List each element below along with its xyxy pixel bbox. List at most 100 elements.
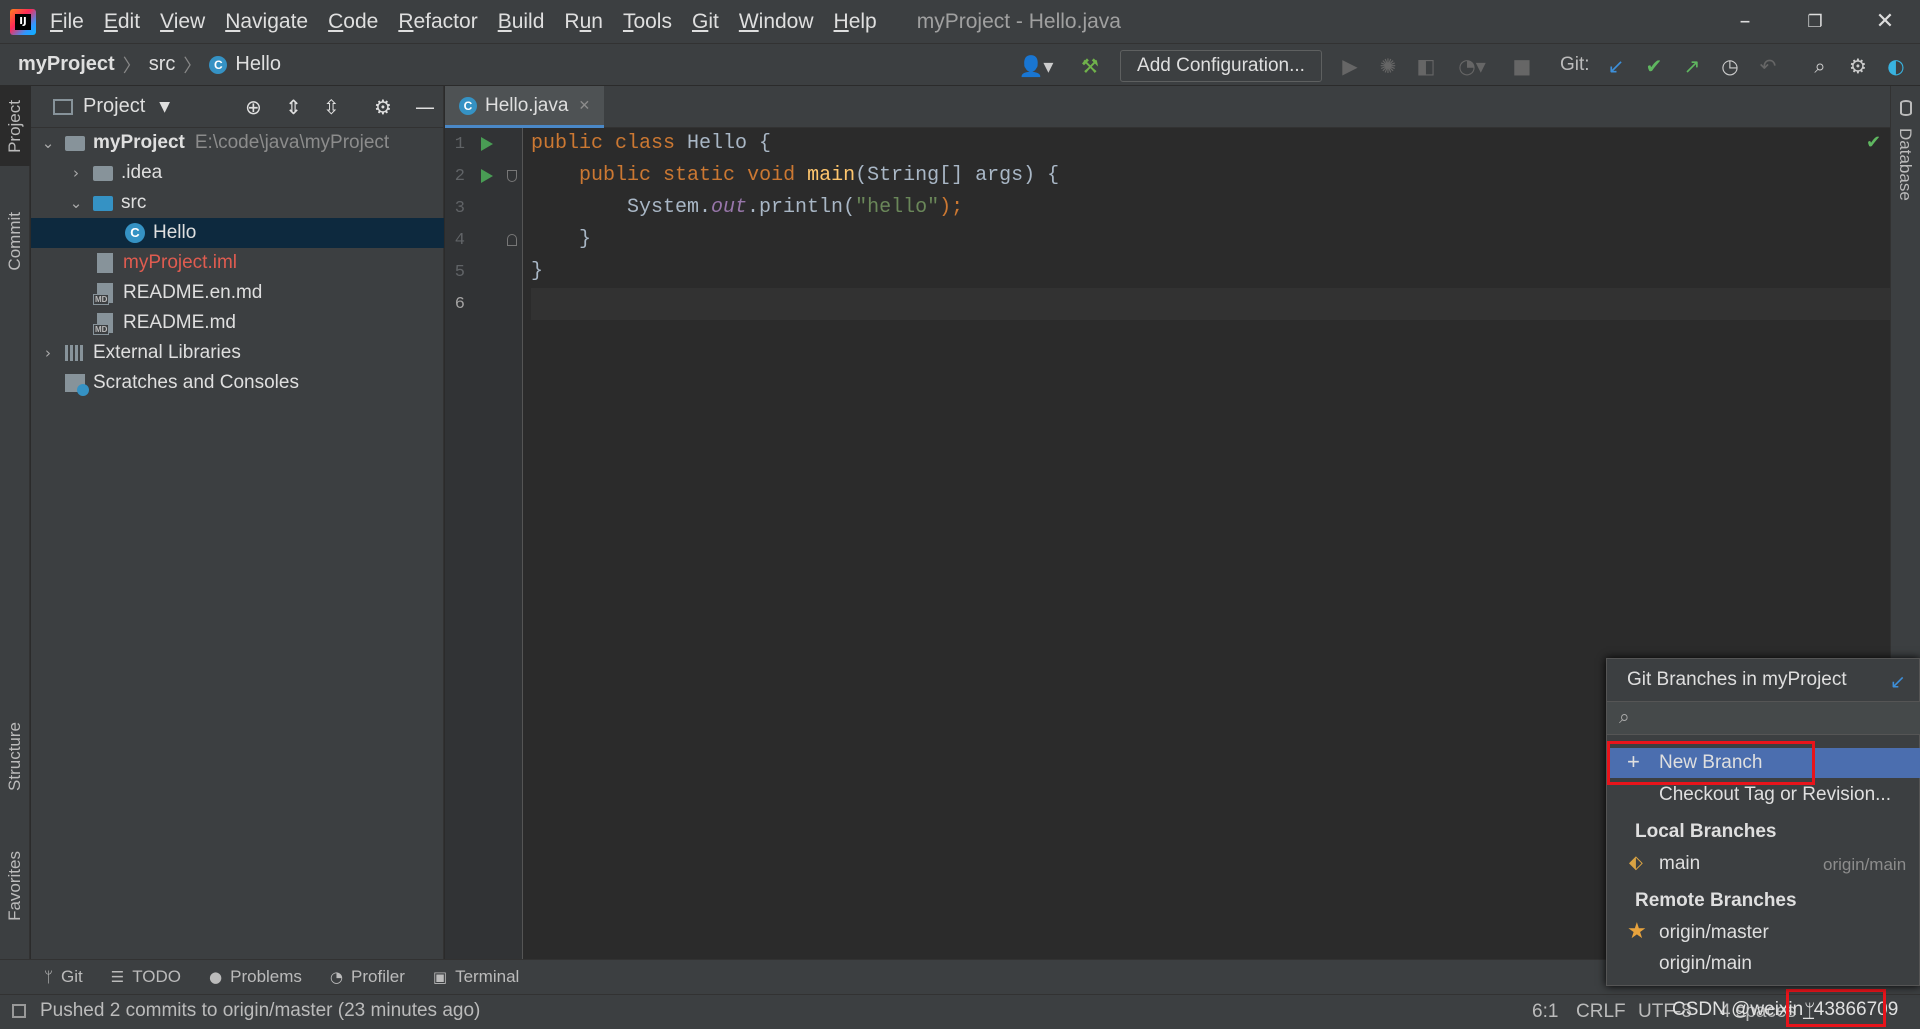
- window-title: myProject - Hello.java: [916, 9, 1121, 33]
- chevron-right-icon[interactable]: ›: [65, 164, 87, 182]
- tree-item-scratches[interactable]: Scratches and Consoles: [31, 368, 444, 398]
- structure-tool-tab[interactable]: Structure: [0, 706, 30, 806]
- locate-file-icon[interactable]: ⊕: [245, 95, 262, 119]
- remote-branches-header: Remote Branches: [1635, 890, 1797, 911]
- breadcrumb-src[interactable]: src: [149, 53, 176, 76]
- project-tool-tab[interactable]: Project: [0, 86, 30, 166]
- tree-item-myproject[interactable]: ⌄ myProject E:\code\java\myProject: [31, 128, 444, 158]
- search-icon[interactable]: ⌕: [1806, 52, 1834, 80]
- menu-refactor[interactable]: Refactor: [398, 10, 477, 34]
- menu-tools[interactable]: Tools: [623, 10, 672, 34]
- chevron-down-icon[interactable]: ⌄: [37, 134, 59, 152]
- local-branch-main[interactable]: ⬖ main origin/main: [1607, 849, 1920, 879]
- jetbrains-toolbox-icon[interactable]: ◐: [1882, 52, 1910, 80]
- git-commit-icon[interactable]: ✔: [1640, 52, 1668, 80]
- run-class-icon[interactable]: [481, 137, 493, 151]
- remote-branch-origin-main[interactable]: origin/main: [1607, 949, 1920, 979]
- menu-git[interactable]: Git: [692, 10, 719, 34]
- menu-window[interactable]: Window: [739, 10, 814, 34]
- tree-item-external-libraries[interactable]: › External Libraries: [31, 338, 444, 368]
- chevron-down-icon[interactable]: ▼: [159, 99, 170, 115]
- menu-view[interactable]: View: [160, 10, 205, 34]
- minimize-icon[interactable]: –: [1710, 0, 1780, 43]
- debug-icon[interactable]: ✺: [1374, 52, 1402, 80]
- restore-icon[interactable]: ❐: [1780, 0, 1850, 43]
- menu-code[interactable]: Code: [328, 10, 378, 34]
- tool-tab-terminal[interactable]: ▣ Terminal: [433, 967, 519, 987]
- tree-item-idea[interactable]: › .idea: [31, 158, 444, 188]
- tree-item-hello[interactable]: C Hello: [31, 218, 444, 248]
- toggle-tool-windows-icon[interactable]: [12, 1004, 26, 1018]
- collapse-all-icon[interactable]: ⇳: [323, 95, 340, 119]
- class-icon: C: [125, 223, 145, 243]
- profile-dropdown-icon[interactable]: ◔▾: [1450, 52, 1494, 80]
- gear-icon[interactable]: ⚙: [374, 95, 392, 119]
- chevron-right-icon: 〉: [183, 55, 202, 76]
- remote-branch-origin-master[interactable]: ★ origin/master: [1607, 918, 1920, 948]
- commit-tool-tab[interactable]: Commit: [0, 196, 30, 286]
- menu-run[interactable]: Run: [564, 10, 603, 34]
- tool-tab-todo[interactable]: ☰ TODO: [111, 967, 181, 987]
- git-rollback-icon[interactable]: ↶: [1754, 52, 1782, 80]
- main-menu: File Edit View Navigate Code Refactor Build Run…: [50, 10, 897, 34]
- stop-icon[interactable]: ■: [1508, 52, 1536, 80]
- fold-icon[interactable]: [507, 170, 517, 182]
- git-history-icon[interactable]: ◷: [1716, 52, 1744, 80]
- settings-gear-icon[interactable]: ⚙: [1844, 52, 1872, 80]
- menu-build[interactable]: Build: [498, 10, 545, 34]
- branch-search-input[interactable]: ⌕: [1607, 701, 1920, 735]
- git-branch-icon: ᛘ: [44, 968, 54, 986]
- tool-tab-profiler[interactable]: ◔ Profiler: [330, 967, 405, 987]
- line-separator[interactable]: CRLF: [1576, 1001, 1626, 1023]
- breadcrumb-project[interactable]: myProject: [18, 53, 115, 76]
- tree-item-iml[interactable]: myProject.iml: [31, 248, 444, 278]
- tree-item-src[interactable]: ⌄ src: [31, 188, 444, 218]
- close-tab-icon[interactable]: ✕: [578, 98, 590, 114]
- fold-icon[interactable]: [507, 234, 517, 246]
- user-dropdown-icon[interactable]: 👤▾: [1016, 52, 1056, 80]
- close-icon[interactable]: ✕: [1850, 0, 1920, 43]
- git-push-icon[interactable]: ↗: [1678, 52, 1706, 80]
- chevron-down-icon[interactable]: ⌄: [65, 194, 87, 212]
- database-tool-tab[interactable]: Database: [1895, 128, 1915, 201]
- caret-position[interactable]: 6:1: [1532, 1001, 1558, 1023]
- breadcrumb-hello[interactable]: Hello: [235, 53, 281, 76]
- project-panel-header: Project ▼ ⊕ ⇕ ⇳ ⚙ —: [31, 86, 443, 128]
- navigation-bar: myProject 〉 src 〉 C Hello 👤▾ ⚒ Add Confi…: [0, 43, 1920, 86]
- run-icon[interactable]: ▶: [1336, 52, 1364, 80]
- module-folder-icon: [65, 135, 85, 151]
- tree-item-readme-en[interactable]: MD README.en.md: [31, 278, 444, 308]
- menu-edit[interactable]: Edit: [104, 10, 140, 34]
- search-icon: ⌕: [1619, 706, 1630, 728]
- menu-file[interactable]: File: [50, 10, 84, 34]
- checkout-tag-item[interactable]: Checkout Tag or Revision...: [1607, 780, 1920, 810]
- git-label: Git:: [1560, 54, 1590, 75]
- favorites-tool-tab[interactable]: Favorites: [0, 836, 30, 936]
- source-folder-icon: [93, 195, 113, 211]
- status-bar: Pushed 2 commits to origin/master (23 mi…: [0, 989, 1920, 1029]
- project-view-selector[interactable]: Project: [83, 95, 145, 118]
- coverage-icon[interactable]: ◧: [1412, 52, 1440, 80]
- inspection-ok-icon[interactable]: ✔: [1866, 132, 1881, 153]
- menu-navigate[interactable]: Navigate: [225, 10, 308, 34]
- git-update-icon[interactable]: ↙: [1602, 52, 1630, 80]
- line-number: 3: [454, 199, 465, 218]
- hide-panel-icon[interactable]: —: [415, 95, 435, 119]
- menu-help[interactable]: Help: [834, 10, 877, 34]
- git-update-icon[interactable]: ↙: [1890, 671, 1906, 693]
- expand-all-icon[interactable]: ⇕: [285, 95, 302, 119]
- tool-tab-problems[interactable]: ● Problems: [209, 967, 302, 987]
- tool-tab-git[interactable]: ᛘ Git: [44, 967, 83, 987]
- add-configuration-button[interactable]: Add Configuration...: [1120, 50, 1322, 82]
- tab-hello-java[interactable]: C Hello.java ✕: [445, 86, 605, 128]
- run-main-icon[interactable]: [481, 169, 493, 183]
- intellij-logo-icon[interactable]: IJ: [10, 8, 36, 35]
- status-message[interactable]: Pushed 2 commits to origin/master (23 mi…: [40, 1000, 480, 1022]
- new-branch-highlight-box: [1607, 741, 1815, 785]
- project-path: E:\code\java\myProject: [194, 132, 390, 153]
- tree-item-readme[interactable]: MD README.md: [31, 308, 444, 338]
- line-number: 5: [454, 263, 465, 282]
- build-hammer-icon[interactable]: ⚒: [1076, 52, 1104, 80]
- chevron-right-icon[interactable]: ›: [37, 344, 59, 362]
- breadcrumb: myProject 〉 src 〉 C Hello: [18, 52, 281, 78]
